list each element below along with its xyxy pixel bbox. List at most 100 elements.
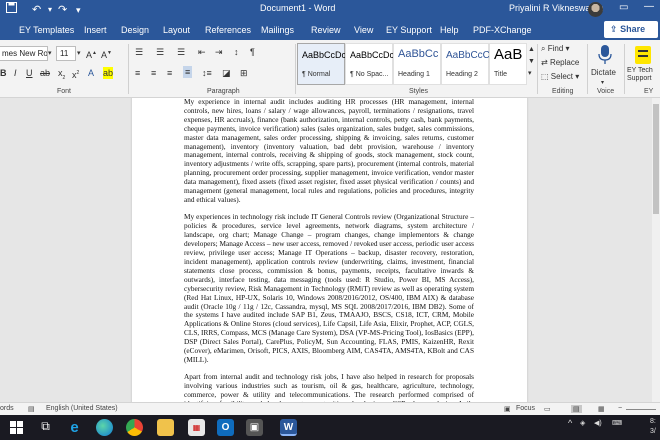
bold-icon[interactable]: B xyxy=(0,67,7,79)
style-heading-2[interactable]: AaBbCcC Heading 2 xyxy=(441,43,490,85)
network-icon[interactable]: ◈ xyxy=(580,419,585,427)
tab-ey-support[interactable]: EY Support xyxy=(386,25,432,35)
web-layout-icon[interactable]: ▦ xyxy=(598,405,605,413)
focus-icon[interactable]: ▣ xyxy=(504,405,511,413)
superscript-icon[interactable]: x2 xyxy=(72,67,79,81)
vertical-scrollbar[interactable] xyxy=(652,98,660,402)
underline-icon[interactable]: U xyxy=(26,67,33,79)
volume-icon[interactable]: ◀) xyxy=(594,419,602,427)
grow-font-icon[interactable]: A▲ xyxy=(86,47,97,61)
share-button[interactable]: ⇪ Share xyxy=(604,21,658,38)
italic-icon[interactable]: I xyxy=(14,67,17,79)
zoom-slider[interactable] xyxy=(626,409,656,410)
start-icon[interactable] xyxy=(8,419,25,436)
outlook-icon[interactable]: O xyxy=(217,419,234,436)
edge-icon[interactable] xyxy=(96,419,113,436)
customize-qa-icon[interactable]: ▾ xyxy=(76,2,81,18)
tab-design[interactable]: Design xyxy=(121,25,149,35)
paragraph[interactable]: My experience in internal audit includes… xyxy=(184,98,474,205)
style-heading-1[interactable]: AaBbCc Heading 1 xyxy=(393,43,441,85)
document-page[interactable]: My experience in internal audit includes… xyxy=(132,98,527,402)
scrollbar-thumb[interactable] xyxy=(653,104,659,214)
replace-icon: ⇄ xyxy=(541,58,548,67)
tab-help[interactable]: Help xyxy=(440,25,459,35)
ey-support-icon xyxy=(635,46,651,64)
borders-icon[interactable]: ⊞ xyxy=(240,67,248,79)
sort-icon[interactable]: ↕ xyxy=(234,46,239,58)
calendar-icon[interactable]: ▦ xyxy=(188,419,205,436)
app-icon[interactable]: ▣ xyxy=(246,419,263,436)
tab-view[interactable]: View xyxy=(354,25,373,35)
word-count[interactable]: ords xyxy=(0,405,14,412)
style-title[interactable]: AaB Title xyxy=(489,43,527,85)
style-no-spacing[interactable]: AaBbCcDc ¶ No Spac... xyxy=(345,43,394,85)
read-mode-icon[interactable]: ▭ xyxy=(544,405,551,413)
document-area: My experience in internal audit includes… xyxy=(0,98,660,402)
align-center-icon[interactable]: ≡ xyxy=(151,67,156,79)
undo-dropdown-icon[interactable]: ▾ xyxy=(48,2,52,18)
proofing-icon[interactable]: ▤ xyxy=(28,405,35,413)
save-icon[interactable] xyxy=(6,2,17,18)
internet-explorer-icon[interactable]: e xyxy=(66,419,83,436)
highlight-icon[interactable]: ab xyxy=(103,67,114,79)
tab-insert[interactable]: Insert xyxy=(84,25,107,35)
keyboard-icon[interactable]: ⌨ xyxy=(612,419,622,427)
align-left-icon[interactable]: ≡ xyxy=(135,67,140,79)
justify-icon[interactable]: ≡ xyxy=(183,66,193,78)
clock-date[interactable]: 3/ xyxy=(650,428,656,435)
ribbon: mes New Roma ▾ 11 ▾ A▲ A▼ B I U ab x2 x2… xyxy=(0,40,660,98)
line-spacing-icon[interactable]: ↕≡ xyxy=(202,67,212,79)
paragraph-group-label: Paragraph xyxy=(207,88,240,95)
bullets-icon[interactable]: ☰ xyxy=(135,46,143,58)
multilevel-list-icon[interactable]: ☰ xyxy=(177,46,185,58)
chevron-up-icon[interactable]: ^ xyxy=(568,418,572,428)
ribbon-display-icon[interactable]: ▭ xyxy=(619,2,628,13)
tab-layout[interactable]: Layout xyxy=(163,25,190,35)
numbering-icon[interactable]: ☰ xyxy=(156,46,164,58)
styles-scroll-down-icon[interactable]: ▼ xyxy=(528,56,535,68)
tab-mailings[interactable]: Mailings xyxy=(261,25,294,35)
minimize-icon[interactable]: — xyxy=(644,1,654,12)
show-formatting-icon[interactable]: ¶ xyxy=(250,46,255,58)
styles-scroll-up-icon[interactable]: ▲ xyxy=(528,44,535,56)
tab-references[interactable]: References xyxy=(205,25,251,35)
strikethrough-icon[interactable]: ab xyxy=(40,67,50,79)
taskbar: ⧉ e ▦ O ▣ W ^ ◈ ◀) ⌨ 8: 3/ xyxy=(0,415,660,440)
zoom-out-icon[interactable]: − xyxy=(618,405,622,412)
select-button[interactable]: ⬚ Select ▾ xyxy=(541,71,579,83)
print-layout-icon[interactable]: ▤ xyxy=(571,405,582,413)
avatar[interactable] xyxy=(588,2,603,17)
shrink-font-icon[interactable]: A▼ xyxy=(101,47,112,61)
chrome-icon[interactable] xyxy=(126,419,143,436)
file-explorer-icon[interactable] xyxy=(157,419,174,436)
shading-icon[interactable]: ◪ xyxy=(222,67,231,79)
document-body[interactable]: My experience in internal audit includes… xyxy=(184,98,474,402)
styles-more-icon[interactable]: ▾ xyxy=(528,68,532,80)
font-size-input[interactable]: 11 xyxy=(56,46,76,61)
find-button[interactable]: ⌕ Find ▾ xyxy=(541,43,570,55)
replace-button[interactable]: ⇄ Replace xyxy=(541,57,579,69)
word-icon[interactable]: W xyxy=(280,419,297,436)
increase-indent-icon[interactable]: ⇥ xyxy=(215,46,223,58)
paragraph[interactable]: Apart from internal audit and technology… xyxy=(184,373,474,402)
font-name-input[interactable]: mes New Roma xyxy=(0,46,48,61)
select-icon: ⬚ xyxy=(541,72,549,81)
font-size-dropdown-icon[interactable]: ▾ xyxy=(77,48,81,60)
font-name-dropdown-icon[interactable]: ▾ xyxy=(48,48,52,60)
task-view-icon[interactable]: ⧉ xyxy=(37,419,54,436)
text-effects-icon[interactable]: A xyxy=(88,67,94,79)
paragraph[interactable]: My experiences in technology risk includ… xyxy=(184,213,474,364)
language-status[interactable]: English (United States) xyxy=(46,405,118,412)
focus-mode[interactable]: Focus xyxy=(516,405,535,412)
tab-review[interactable]: Review xyxy=(311,25,341,35)
clock-time[interactable]: 8: xyxy=(650,418,656,425)
undo-icon[interactable]: ↶ xyxy=(32,2,41,18)
style-normal[interactable]: AaBbCcDc ¶ Normal xyxy=(297,43,346,85)
decrease-indent-icon[interactable]: ⇤ xyxy=(198,46,206,58)
tab-pdf-xchange[interactable]: PDF-XChange xyxy=(473,25,532,35)
align-right-icon[interactable]: ≡ xyxy=(167,67,172,79)
divider xyxy=(624,44,625,94)
redo-icon[interactable]: ↷ xyxy=(58,2,67,18)
subscript-icon[interactable]: x2 xyxy=(58,67,65,84)
tab-ey-templates[interactable]: EY Templates xyxy=(19,25,74,35)
